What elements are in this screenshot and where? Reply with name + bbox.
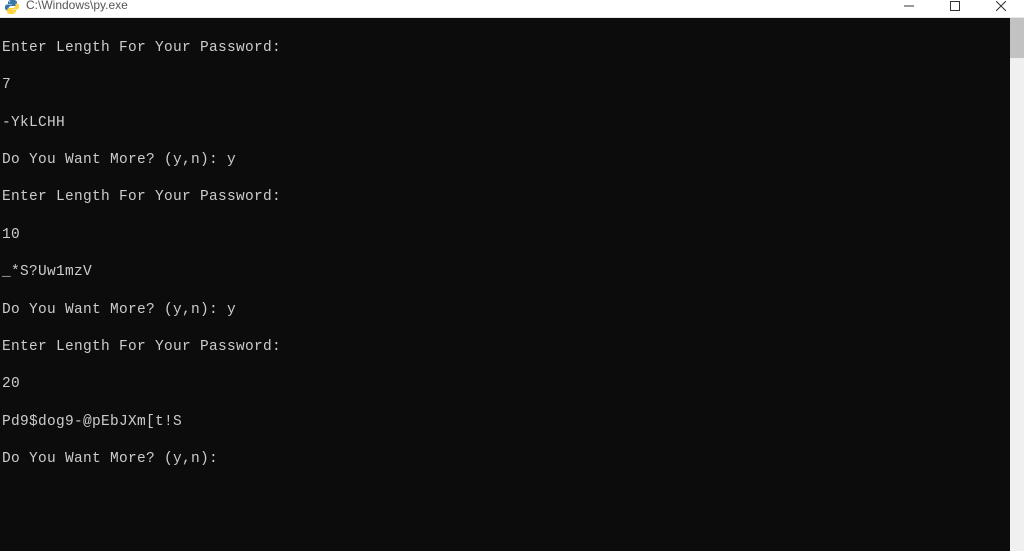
terminal-line: 7 bbox=[2, 76, 1008, 95]
terminal-output: Enter Length For Your Password: 7 -YkLCH… bbox=[0, 18, 1010, 506]
terminal-line: Enter Length For Your Password: bbox=[2, 39, 1008, 58]
window-controls bbox=[886, 0, 1024, 16]
terminal-line: Do You Want More? (y,n): y bbox=[2, 151, 1008, 170]
scrollbar-thumb[interactable] bbox=[1010, 18, 1024, 58]
maximize-button[interactable] bbox=[932, 0, 978, 16]
terminal-line: 20 bbox=[2, 375, 1008, 394]
terminal-line: 10 bbox=[2, 226, 1008, 245]
close-button[interactable] bbox=[978, 0, 1024, 16]
titlebar[interactable]: C:\Windows\py.exe bbox=[0, 0, 1024, 18]
window-title: C:\Windows\py.exe bbox=[26, 0, 128, 12]
terminal-line: Do You Want More? (y,n): y bbox=[2, 301, 1008, 320]
scrollbar[interactable] bbox=[1010, 18, 1024, 551]
terminal-line: _*S?Uw1mzV bbox=[2, 263, 1008, 282]
minimize-button[interactable] bbox=[886, 0, 932, 16]
terminal-line: -YkLCHH bbox=[2, 114, 1008, 133]
python-icon bbox=[4, 0, 20, 15]
terminal-line: Enter Length For Your Password: bbox=[2, 338, 1008, 357]
terminal-line: Pd9$dog9-@pEbJXm[t!S bbox=[2, 413, 1008, 432]
terminal-line: Do You Want More? (y,n): bbox=[2, 450, 1008, 469]
terminal[interactable]: Enter Length For Your Password: 7 -YkLCH… bbox=[0, 18, 1010, 551]
terminal-line: Enter Length For Your Password: bbox=[2, 188, 1008, 207]
